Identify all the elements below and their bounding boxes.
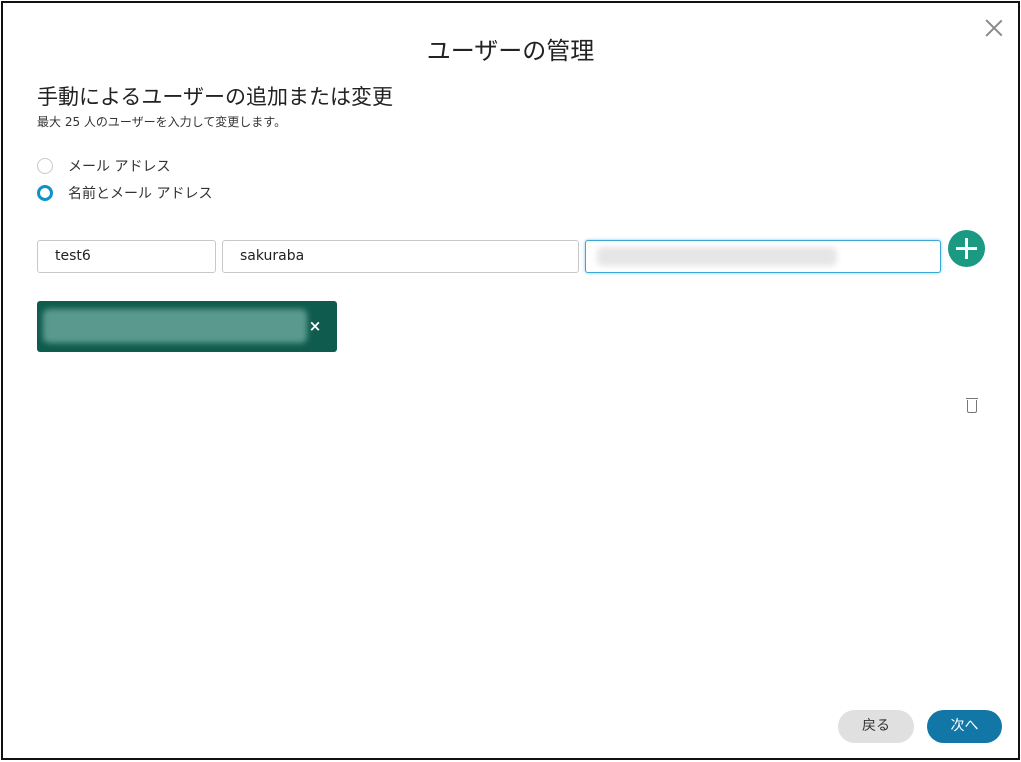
user-chip-redacted — [43, 309, 307, 343]
radio-label-name-email: 名前とメール アドレス — [68, 186, 213, 202]
add-user-button[interactable] — [948, 230, 985, 267]
section-title: 手動によるユーザーの追加または変更 — [37, 85, 393, 109]
radio-label-email: メール アドレス — [68, 159, 171, 175]
user-chip: × — [37, 301, 337, 352]
last-name-input[interactable]: sakuraba — [222, 240, 579, 273]
radio-button-name-email[interactable] — [37, 185, 53, 201]
radio-option-email[interactable]: メール アドレス — [37, 155, 170, 177]
radio-button-email[interactable] — [37, 158, 53, 174]
dialog-title: ユーザーの管理 — [426, 37, 595, 65]
first-name-input[interactable]: test6 — [37, 240, 216, 273]
back-button[interactable]: 戻る — [838, 710, 914, 743]
close-icon[interactable]: × — [307, 315, 323, 337]
radio-option-name-email[interactable]: 名前とメール アドレス — [37, 182, 212, 204]
trash-icon[interactable] — [966, 398, 978, 413]
next-button[interactable]: 次へ — [927, 710, 1002, 743]
email-input-redacted — [597, 247, 837, 266]
section-subtitle: 最大 25 人のユーザーを入力して変更します。 — [37, 115, 287, 129]
